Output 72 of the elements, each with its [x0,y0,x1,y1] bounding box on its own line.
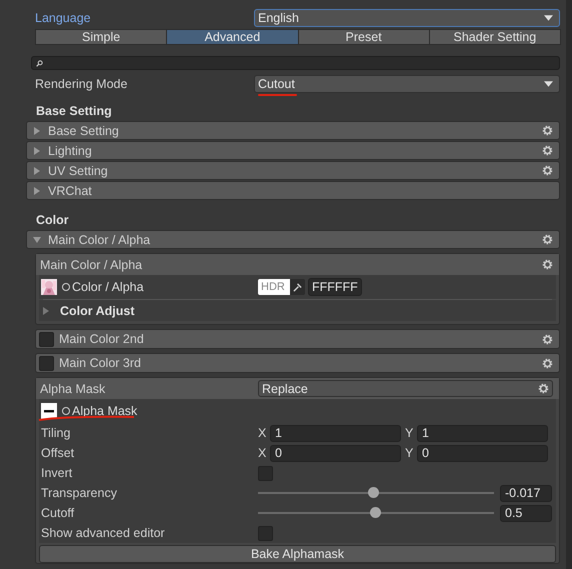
language-dropdown[interactable]: English [254,9,560,27]
foldout-label: VRChat [48,184,93,198]
foldout-label[interactable]: Color Adjust [60,304,135,318]
settings-icon[interactable] [542,165,553,176]
mode-tab[interactable]: Simple [35,29,168,45]
target-icon[interactable] [62,283,70,291]
number-field[interactable]: 0 [417,444,548,462]
toggle-label: Main Color 2nd [59,332,145,346]
foldout-label: Main Color / Alpha [48,232,152,246]
slider-thumb[interactable] [368,487,379,498]
language-label: Language [35,11,92,25]
bake-button[interactable]: Bake Alphamask [39,545,556,563]
annotation-underline [258,94,297,96]
checkbox[interactable] [39,332,54,346]
number-field[interactable]: -0.017 [500,484,552,502]
settings-icon [538,383,549,394]
settings-icon[interactable] [542,358,553,368]
settings-icon[interactable] [542,234,553,245]
target-icon[interactable] [62,407,70,415]
panel-title: Main Color / Alpha [40,258,142,272]
property-label: Tiling [41,426,72,440]
mode-tab[interactable]: Advanced [166,29,298,45]
eyedropper-icon[interactable] [290,279,305,295]
alpha-mode-dropdown[interactable]: Replace [258,380,553,397]
texture-label: Color / Alpha [72,280,144,294]
checkbox[interactable] [258,466,273,480]
foldout-label: UV Setting [48,164,109,178]
settings-icon[interactable] [542,125,553,136]
foldout-header[interactable]: Lighting [26,141,560,160]
hex-field[interactable]: FFFFFF [308,278,362,296]
foldout-label: Lighting [48,144,93,158]
property-label: Offset [41,446,76,460]
number-field[interactable]: 0.5 [500,504,552,522]
checkbox[interactable] [258,526,273,540]
section-heading: Base Setting [35,103,113,120]
foldout-header[interactable]: Base Setting [26,121,560,140]
mask-texture-icon[interactable] [41,403,57,419]
rendering-mode-dropdown[interactable]: Cutout [254,75,560,93]
number-field[interactable]: 1 [270,424,401,442]
axis-label: X [258,426,268,440]
caret-icon [544,15,553,21]
property-label: Transparency [41,486,118,500]
search-icon [36,60,43,66]
foldout-header[interactable]: UV Setting [26,161,560,180]
mode-tab[interactable]: Shader Setting [428,29,561,45]
rendering-mode-label: Rendering Mode [35,77,128,91]
settings-icon[interactable] [542,259,553,270]
property-label: Show advanced editor [41,526,166,540]
panel-title: Alpha Mask [40,382,106,396]
foldout-header[interactable]: Main Color / Alpha [26,230,560,249]
property-label: Invert [41,466,74,480]
mode-tab[interactable]: Preset [298,29,430,45]
axis-label: Y [405,446,414,460]
toggle-header[interactable]: Main Color 2nd [35,329,560,349]
axis-label: X [258,446,268,460]
axis-label: Y [405,426,414,440]
settings-icon[interactable] [542,334,553,344]
foldout-header[interactable]: VRChat [26,181,560,200]
caret-icon [544,81,553,87]
property-label: Cutoff [41,506,76,520]
search-field[interactable] [31,56,560,70]
toggle-header[interactable]: Main Color 3rd [35,353,560,373]
texture-label: Alpha Mask [72,404,138,418]
slider-thumb[interactable] [370,507,381,518]
checkbox[interactable] [39,356,54,370]
color-swatch[interactable]: HDR [258,279,290,295]
number-field[interactable]: 1 [417,424,548,442]
section-heading: Color [35,212,70,229]
settings-icon[interactable] [542,145,553,156]
number-field[interactable]: 0 [270,444,401,462]
foldout-label: Base Setting [48,124,120,138]
toggle-label: Main Color 3rd [59,356,142,370]
